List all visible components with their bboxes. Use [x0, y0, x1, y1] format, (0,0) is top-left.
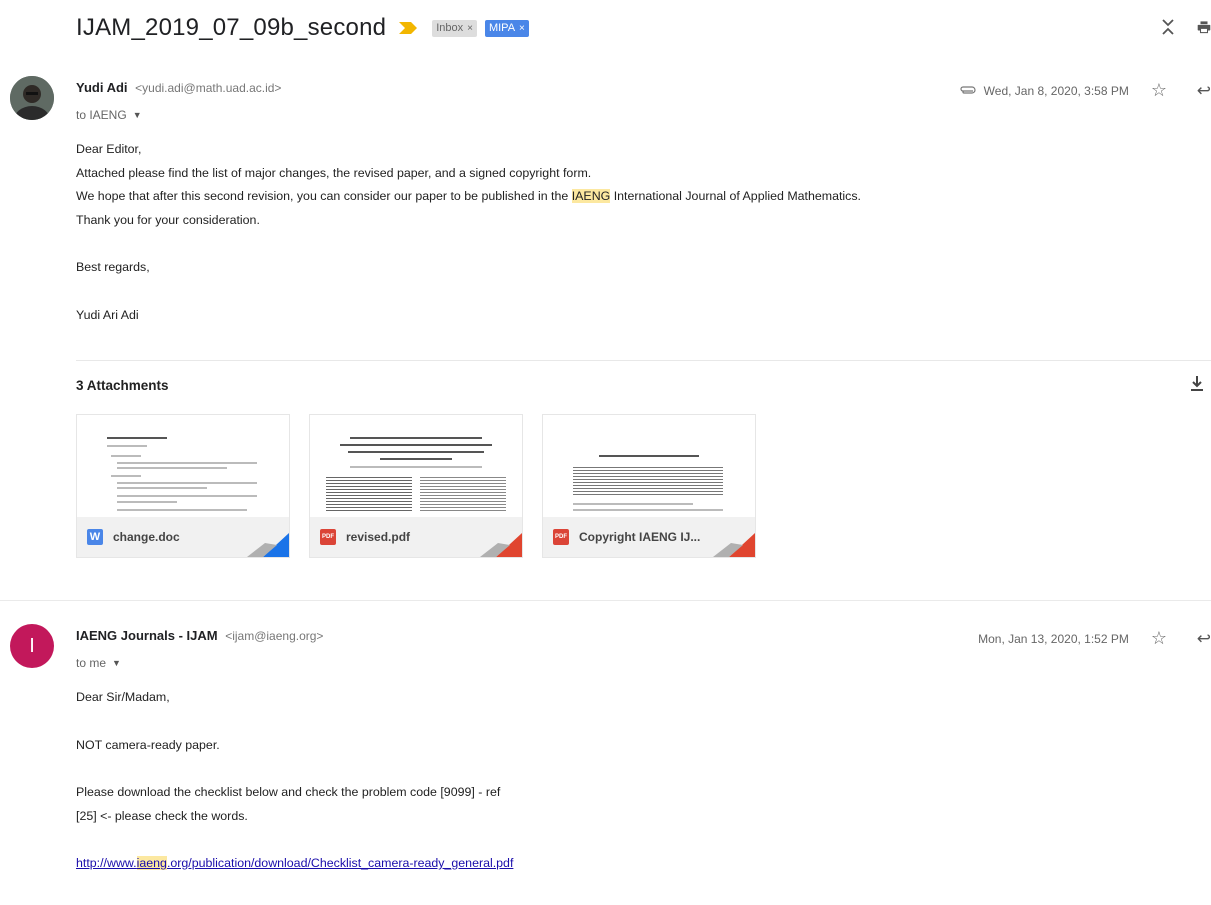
star-icon[interactable]: ☆ [1151, 628, 1167, 649]
download-all-icon[interactable] [1189, 374, 1205, 394]
attachment-preview [543, 415, 755, 517]
message-divider [0, 600, 1211, 601]
word-doc-icon: W [87, 529, 103, 545]
body-line: Dear Editor, [76, 142, 142, 156]
thread-toolbar [1139, 14, 1211, 40]
link-segment: .org/publication/download/Checklist_came… [166, 856, 514, 870]
body-line: Dear Sir/Madam, [76, 690, 170, 704]
attachment-icon [960, 85, 976, 94]
message-meta: Mon, Jan 13, 2020, 1:52 PM ☆ ↩ [978, 628, 1211, 649]
pdf-icon: PDF [320, 529, 336, 545]
sender-avatar[interactable]: I [10, 624, 54, 668]
label-mipa[interactable]: MIPA × [484, 19, 529, 37]
body-line: Please download the checklist below and … [76, 785, 501, 799]
file-type-corner-icon [713, 533, 755, 557]
label-inbox[interactable]: Inbox × [432, 19, 477, 37]
sender-line: IAENG Journals - IJAM <ijam@iaeng.org> [76, 628, 323, 643]
message-date: Mon, Jan 13, 2020, 1:52 PM [978, 631, 1129, 646]
recipient-text: to IAENG [76, 108, 127, 122]
body-line: Best regards, [76, 260, 150, 274]
thread-subject: IJAM_2019_07_09b_second [76, 14, 387, 41]
message-meta: Wed, Jan 8, 2020, 3:58 PM ☆ ↩ [960, 80, 1211, 101]
attachment-preview [310, 415, 522, 517]
body-line: NOT camera-ready paper. [76, 737, 220, 752]
sender-name[interactable]: IAENG Journals - IJAM [76, 628, 218, 643]
recipient-text: to me [76, 656, 107, 670]
sender-email: <yudi.adi@math.uad.ac.id> [135, 81, 282, 95]
label-mipa-remove-icon[interactable]: × [519, 23, 525, 34]
attachment-name: Copyright IAENG IJ... [579, 530, 701, 544]
attachment-name: revised.pdf [346, 530, 411, 544]
label-mipa-text: MIPA [488, 22, 516, 34]
reply-icon[interactable]: ↩ [1189, 81, 1211, 101]
body-line: Yudi Ari Adi [76, 307, 139, 322]
expand-all-icon[interactable] [1157, 14, 1179, 40]
attachments-divider [76, 360, 1211, 361]
email-thread-view: IJAM_2019_07_09b_second Inbox × MIPA × Y… [0, 0, 1211, 905]
print-icon[interactable] [1197, 14, 1211, 40]
signature-separator: -- [76, 900, 513, 905]
attachment-card[interactable]: PDF revised.pdf [309, 414, 523, 558]
pdf-icon: PDF [553, 529, 569, 545]
recipient-details-toggle[interactable]: to IAENG ▼ [76, 108, 142, 122]
attachment-card[interactable]: PDF Copyright IAENG IJ... [542, 414, 756, 558]
attachment-card[interactable]: W change.doc [76, 414, 290, 558]
message-body: Dear Sir/Madam, NOT camera-ready paper. … [76, 686, 513, 905]
file-type-corner-icon [480, 533, 522, 557]
attachments-list: W change.doc PDF revised.pdf PDF Copyrig… [76, 414, 775, 558]
message-body: Dear Editor, Attached please find the li… [76, 138, 861, 327]
chevron-down-icon[interactable]: ▼ [112, 658, 121, 668]
body-line: Attached please find the list of major c… [76, 165, 592, 180]
attachments-title: 3 Attachments [76, 378, 169, 393]
chevron-down-icon[interactable]: ▼ [133, 110, 142, 120]
sender-name[interactable]: Yudi Adi [76, 80, 128, 95]
message-date: Wed, Jan 8, 2020, 3:58 PM [983, 83, 1129, 98]
sender-avatar[interactable] [10, 76, 54, 120]
sender-line: Yudi Adi <yudi.adi@math.uad.ac.id> [76, 80, 281, 95]
link-segment: http://www. [76, 856, 137, 870]
search-highlight: iaeng [136, 856, 167, 870]
body-text-segment: We hope that after this second revision,… [76, 189, 572, 203]
body-line: [25] <- please check the words. [76, 808, 248, 823]
label-inbox-remove-icon[interactable]: × [467, 23, 473, 34]
body-line: Thank you for your consideration. [76, 212, 260, 227]
search-highlight: IAENG [571, 189, 611, 203]
label-inbox-text: Inbox [436, 22, 464, 34]
sender-email: <ijam@iaeng.org> [225, 629, 324, 643]
body-text-segment: International Journal of Applied Mathema… [610, 189, 861, 203]
importance-marker-icon[interactable] [398, 21, 418, 35]
subject-row: IJAM_2019_07_09b_second Inbox × MIPA × [76, 10, 529, 46]
checklist-link[interactable]: http://www.iaeng.org/publication/downloa… [76, 852, 513, 876]
attachment-preview [77, 415, 289, 517]
reply-icon[interactable]: ↩ [1189, 629, 1211, 649]
recipient-details-toggle[interactable]: to me ▼ [76, 656, 121, 670]
body-line: We hope that after this second revision,… [76, 185, 861, 209]
attachment-name: change.doc [113, 530, 180, 544]
file-type-corner-icon [247, 533, 289, 557]
star-icon[interactable]: ☆ [1151, 80, 1167, 101]
